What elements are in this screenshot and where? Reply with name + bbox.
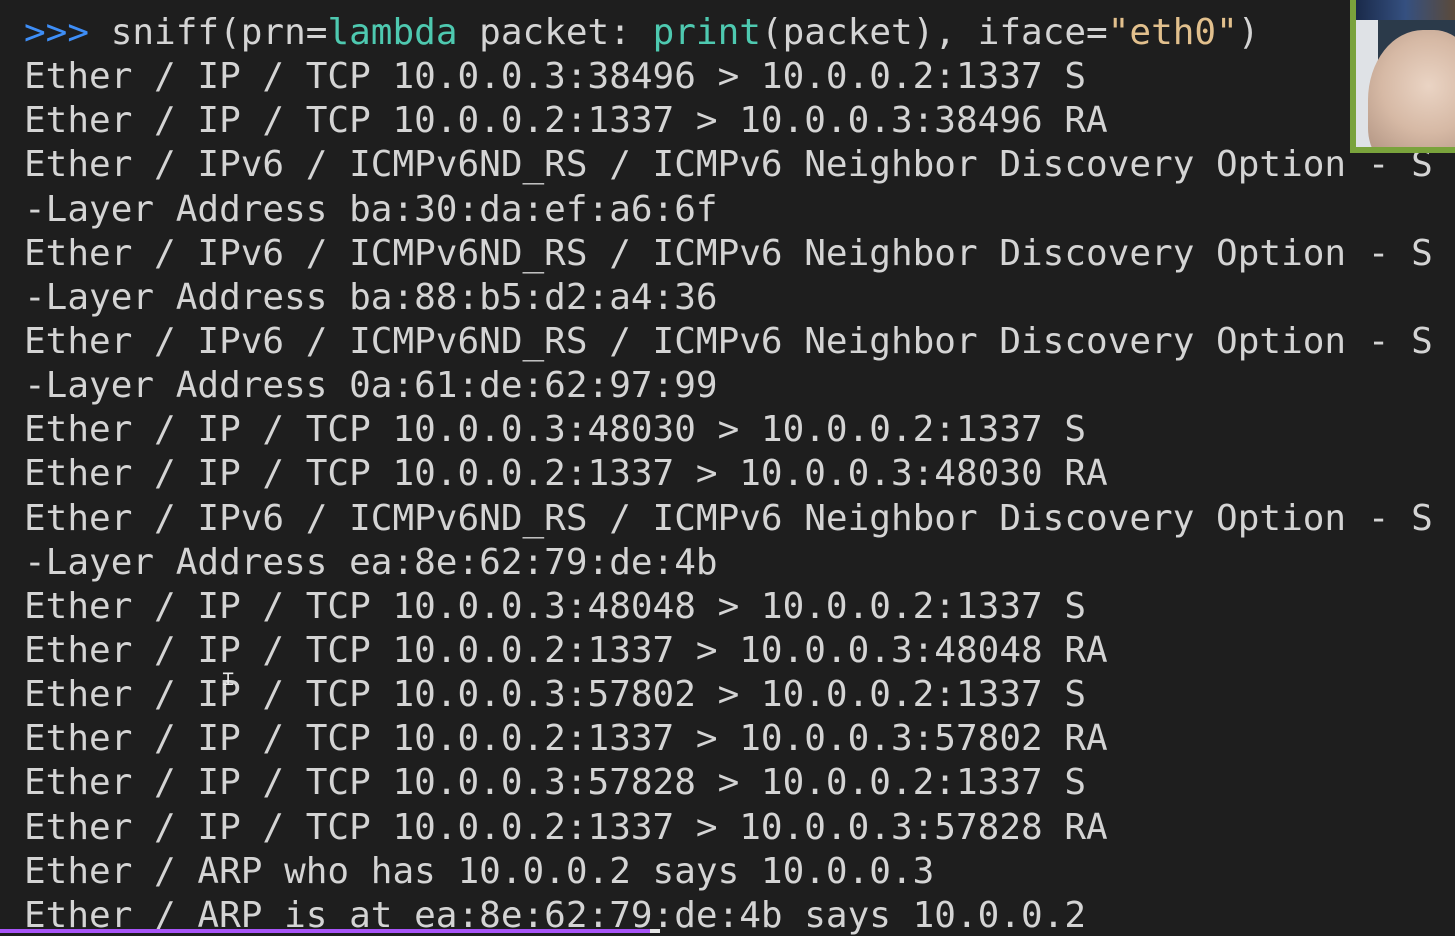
packet-output-line: Ether / IPv6 / ICMPv6ND_RS / ICMPv6 Neig… xyxy=(24,144,1433,186)
command-line: >>> sniff(prn=lambda packet: print(packe… xyxy=(24,11,1433,55)
command-args: (packet), iface= xyxy=(760,12,1108,53)
packet-output-line: Ether / IP / TCP 10.0.0.2:1337 > 10.0.0.… xyxy=(24,453,1108,495)
packet-output-line: Ether / IP / TCP 10.0.0.2:1337 > 10.0.0.… xyxy=(24,806,1108,848)
packet-output-line: Ether / IP / TCP 10.0.0.2:1337 > 10.0.0.… xyxy=(24,629,1108,671)
command-fn-prefix: sniff(prn= xyxy=(89,12,328,53)
webcam-person xyxy=(1368,30,1455,147)
python-prompt: >>> xyxy=(24,12,90,53)
packet-output-line: -Layer Address ea:8e:62:79:de:4b xyxy=(24,541,718,583)
packet-output-line: Ether / ARP who has 10.0.0.2 says 10.0.0… xyxy=(24,850,935,892)
packet-output-line: Ether / IP / TCP 10.0.0.3:48030 > 10.0.0… xyxy=(24,409,1087,451)
packet-output-line: -Layer Address ba:88:b5:d2:a4:36 xyxy=(24,276,718,318)
packet-output-line: -Layer Address ba:30:da:ef:a6:6f xyxy=(24,188,718,230)
packet-output-line: Ether / IPv6 / ICMPv6ND_RS / ICMPv6 Neig… xyxy=(24,320,1433,362)
packet-output-line: -Layer Address 0a:61:de:62:97:99 xyxy=(24,365,718,407)
command-builtin: print xyxy=(652,12,761,53)
ibeam-cursor-icon: ⌶ xyxy=(222,666,235,690)
command-middle: packet: xyxy=(457,12,653,53)
packet-output-line: Ether / IP / TCP 10.0.0.2:1337 > 10.0.0.… xyxy=(24,100,1108,142)
command-keyword: lambda xyxy=(327,12,458,53)
packet-output-line: Ether / IP / TCP 10.0.0.3:57802 > 10.0.0… xyxy=(24,674,1087,716)
command-close: ) xyxy=(1237,12,1260,53)
packet-output-line: Ether / IPv6 / ICMPv6ND_RS / ICMPv6 Neig… xyxy=(24,232,1433,274)
packet-output-list: Ether / IP / TCP 10.0.0.3:38496 > 10.0.0… xyxy=(24,55,1433,936)
packet-output-line: Ether / IP / TCP 10.0.0.3:38496 > 10.0.0… xyxy=(24,56,1087,98)
command-string: "eth0" xyxy=(1107,12,1238,53)
terminal-window[interactable]: >>> sniff(prn=lambda packet: print(packe… xyxy=(0,0,1455,936)
horizontal-scrollbar[interactable] xyxy=(0,929,650,933)
webcam-overlay xyxy=(1350,0,1455,153)
packet-output-line: Ether / IP / TCP 10.0.0.2:1337 > 10.0.0.… xyxy=(24,718,1108,760)
scrollbar-thumb-end[interactable] xyxy=(650,929,660,933)
terminal-output[interactable]: >>> sniff(prn=lambda packet: print(packe… xyxy=(24,11,1433,936)
packet-output-line: Ether / IP / TCP 10.0.0.3:48048 > 10.0.0… xyxy=(24,585,1087,627)
packet-output-line: Ether / IP / TCP 10.0.0.3:57828 > 10.0.0… xyxy=(24,762,1087,804)
webcam-background xyxy=(1356,0,1455,20)
packet-output-line: Ether / IPv6 / ICMPv6ND_RS / ICMPv6 Neig… xyxy=(24,497,1433,539)
